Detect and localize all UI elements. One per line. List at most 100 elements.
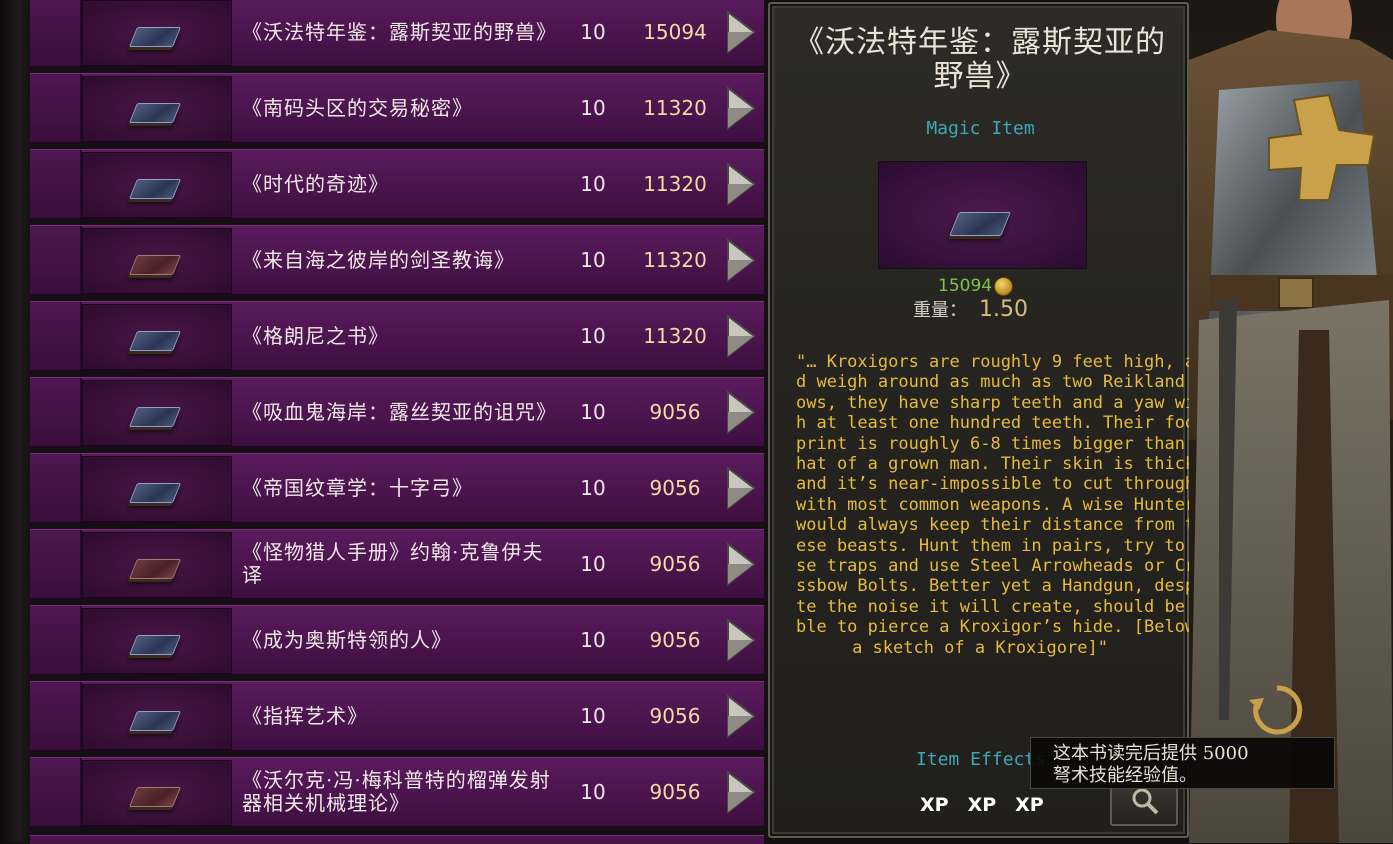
- item-row[interactable]: 《帝国纹章学：十字弓》 10 9056: [30, 453, 764, 525]
- play-arrow-icon[interactable]: [724, 238, 756, 282]
- item-thumbnail: [82, 532, 232, 598]
- item-name: 《南码头区的交易秘密》: [242, 95, 473, 120]
- row-left-cell: [30, 150, 82, 218]
- merchant-item-list[interactable]: 《沃法特年鉴：露斯契亚的野兽》 10 15094 《南码头区的交易秘密》 10 11320…: [30, 0, 764, 843]
- play-arrow-icon[interactable]: [724, 618, 756, 662]
- character-portrait: [1189, 0, 1393, 843]
- item-quantity: 10: [580, 324, 606, 348]
- item-quantity: 10: [580, 704, 606, 728]
- screen-left-edge: [0, 0, 30, 843]
- item-thumbnail: [82, 456, 232, 522]
- item-row[interactable]: 《沃法特年鉴：露斯契亚的野兽》 10 15094: [30, 0, 764, 69]
- item-thumbnail: [82, 228, 232, 294]
- item-thumbnail: [82, 304, 232, 370]
- book-icon: [128, 559, 182, 579]
- item-price: 11320: [643, 172, 707, 196]
- xp-badge: XP: [1015, 794, 1044, 816]
- item-price: 9056: [649, 704, 701, 728]
- book-icon: [949, 212, 1011, 236]
- play-arrow-icon[interactable]: [724, 466, 756, 510]
- play-arrow-icon[interactable]: [724, 770, 756, 814]
- xp-badge: XP: [920, 794, 949, 816]
- item-name: 《沃法特年鉴：露斯契亚的野兽》: [242, 19, 557, 44]
- row-left-cell: [30, 454, 82, 522]
- play-arrow-icon[interactable]: [724, 542, 756, 586]
- item-quantity: 10: [580, 172, 606, 196]
- gold-coin-icon: [994, 276, 1014, 296]
- book-icon: [128, 27, 182, 47]
- item-row[interactable]: 《沃尔克·冯·梅科普特的榴弹发射器相关机械理论》 10 9056: [30, 757, 764, 829]
- book-icon: [128, 787, 182, 807]
- item-name: 《吸血鬼海岸：露丝契亚的诅咒》: [242, 399, 557, 424]
- item-effects-label: Item Effects: [916, 749, 1047, 770]
- xp-badge-row: XP XP XP: [920, 794, 1063, 816]
- item-thumbnail: [82, 380, 232, 446]
- item-name: 《怪物猎人手册》约翰·克鲁伊夫译: [242, 540, 544, 587]
- item-quantity: 10: [580, 780, 606, 804]
- book-icon: [128, 255, 182, 275]
- item-weight: 重量： 1.50: [913, 296, 1028, 322]
- item-thumbnail: [82, 0, 232, 66]
- row-left-cell: [30, 74, 82, 142]
- item-row[interactable]: 《指挥艺术》 10 9056: [30, 681, 764, 753]
- item-detail-panel: 《沃法特年鉴：露斯契亚的野兽》 Magic Item 15094 重量： 1.5…: [768, 2, 1206, 838]
- item-title: 《沃法特年鉴：露斯契亚的野兽》: [794, 25, 1166, 94]
- book-icon: [128, 179, 182, 199]
- item-thumbnail: [82, 684, 232, 750]
- item-quantity: 10: [580, 628, 606, 652]
- item-quantity: 10: [580, 400, 606, 424]
- item-name: 《指挥艺术》: [242, 703, 368, 728]
- item-row[interactable]: 《南码头区的交易秘密》 10 11320: [30, 73, 764, 145]
- play-arrow-icon[interactable]: [724, 694, 756, 738]
- item-price: 11320: [643, 324, 707, 348]
- row-left-cell: [30, 226, 82, 294]
- item-row[interactable]: 《怪物猎人手册》约翰·克鲁伊夫译 10 9056: [30, 529, 764, 601]
- play-arrow-icon[interactable]: [724, 162, 756, 206]
- item-row[interactable]: 《时代的奇迹》 10 11320: [30, 149, 764, 221]
- item-preview-image: [878, 161, 1087, 269]
- item-rarity: Magic Item: [926, 118, 1035, 139]
- play-arrow-icon[interactable]: [724, 314, 756, 358]
- book-icon: [128, 711, 182, 731]
- item-gold-value: 15094: [938, 276, 1014, 296]
- item-thumbnail: [82, 608, 232, 674]
- item-thumbnail: [82, 760, 232, 826]
- item-name: 《沃尔克·冯·梅科普特的榴弹发射器相关机械理论》: [242, 768, 551, 815]
- book-icon: [128, 407, 182, 427]
- item-quantity: 10: [580, 248, 606, 272]
- row-left-cell: [30, 530, 82, 598]
- item-name: 《帝国纹章学：十字弓》: [242, 475, 473, 500]
- item-price: 11320: [643, 96, 707, 120]
- item-quantity: 10: [580, 552, 606, 576]
- item-quantity: 10: [580, 20, 606, 44]
- book-icon: [128, 635, 182, 655]
- item-price: 11320: [643, 248, 707, 272]
- item-name: 《格朗尼之书》: [242, 323, 389, 348]
- item-price: 9056: [649, 476, 701, 500]
- item-description: "… Kroxigors are roughly 9 feet high, an…: [796, 352, 1206, 658]
- xp-tooltip: 这本书读完后提供 5000 弩术技能经验值。: [1030, 737, 1335, 789]
- item-price: 9056: [649, 628, 701, 652]
- item-row[interactable]: 《吸血鬼海岸：露丝契亚的诅咒》 10 9056: [30, 377, 764, 449]
- row-left-cell: [30, 682, 82, 750]
- item-price: 9056: [649, 400, 701, 424]
- item-name: 《时代的奇迹》: [242, 171, 389, 196]
- row-left-cell: [30, 0, 82, 66]
- row-left-cell: [30, 606, 82, 674]
- item-name: 《来自海之彼岸的剑圣教诲》: [242, 247, 515, 272]
- play-arrow-icon[interactable]: [724, 390, 756, 434]
- row-left-cell: [30, 302, 82, 370]
- play-arrow-icon[interactable]: [724, 10, 756, 54]
- book-icon: [128, 103, 182, 123]
- item-row[interactable]: 《成为奥斯特领的人》 10 9056: [30, 605, 764, 677]
- item-quantity: 10: [580, 96, 606, 120]
- item-price: 9056: [649, 780, 701, 804]
- weight-label: 重量：: [913, 300, 967, 321]
- item-row[interactable]: 《格朗尼之书》 10 11320: [30, 301, 764, 373]
- item-price: 9056: [649, 552, 701, 576]
- item-row[interactable]: 《来自海之彼岸的剑圣教诲》 10 11320: [30, 225, 764, 297]
- refresh-cycle-icon[interactable]: [1247, 680, 1307, 740]
- play-arrow-icon[interactable]: [724, 86, 756, 130]
- item-thumbnail: [82, 76, 232, 142]
- item-name: 《成为奥斯特领的人》: [242, 627, 452, 652]
